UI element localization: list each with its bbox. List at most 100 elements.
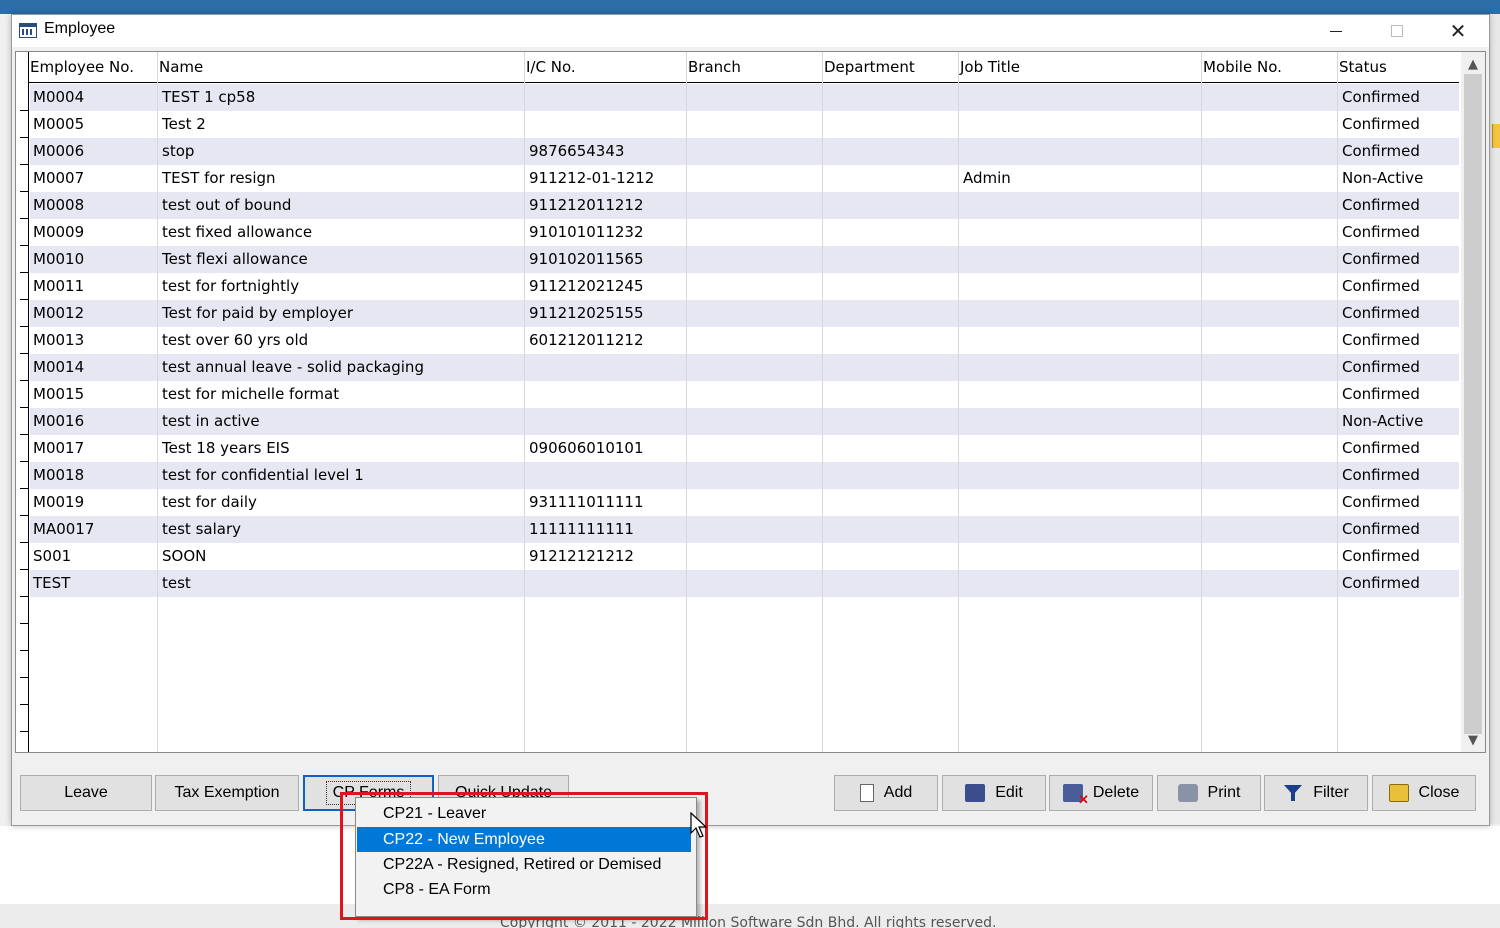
table-row[interactable]: M0017 Test 18 years EIS 090606010101 Confir… [30, 435, 1459, 462]
window-close-button[interactable]: ✕ [1435, 15, 1481, 47]
table-cell: 601212011212 [529, 331, 644, 349]
vertical-scrollbar[interactable]: ▲ ▼ [1461, 52, 1485, 752]
add-label: Add [883, 784, 913, 801]
row-indicator-tick [20, 434, 29, 435]
table-cell: test for daily [162, 493, 257, 511]
table-cell: test for fortnightly [162, 277, 300, 295]
row-indicator-tick [20, 380, 29, 381]
table-cell: M0009 [33, 223, 85, 241]
leave-button[interactable]: Leave [20, 775, 152, 811]
table-row[interactable]: M0019 test for daily 931111011111 Confirmed [30, 489, 1459, 516]
column-header[interactable]: Employee No. [30, 58, 134, 76]
leave-label: Leave [64, 784, 108, 801]
table-row[interactable]: MA0017 test salary 11111111111 Confirmed [30, 516, 1459, 543]
table-cell: M0012 [33, 304, 85, 322]
column-header[interactable]: Department [824, 58, 915, 76]
column-header[interactable]: Name [159, 58, 203, 76]
row-indicator-tick [20, 677, 29, 678]
table-cell: Confirmed [1342, 331, 1420, 349]
table-cell: Test 2 [162, 115, 206, 133]
table-row[interactable]: TEST test Confirmed [30, 570, 1459, 597]
row-indicator-tick [20, 704, 29, 705]
column-divider [524, 52, 525, 752]
table-row[interactable]: M0004 TEST 1 cp58 Confirmed [30, 84, 1459, 111]
filter-button[interactable]: Filter [1264, 775, 1368, 811]
table-row[interactable]: M0007 TEST for resign 911212-01-1212 Admin N… [30, 165, 1459, 192]
tax-exemption-label: Tax Exemption [174, 784, 280, 801]
column-divider [157, 52, 158, 752]
column-header[interactable]: Job Title [960, 58, 1020, 76]
employee-grid[interactable]: Employee No. Name I/C No. Branch Department J… [15, 51, 1486, 753]
delete-button[interactable]: Delete [1049, 775, 1153, 811]
background-app-edge [1490, 14, 1500, 824]
mouse-cursor-icon [690, 812, 708, 838]
footer: Copyright © 2011 - 2022 Million Software… [0, 904, 1500, 928]
minimize-button[interactable] [1313, 15, 1359, 47]
table-cell: 11111111111 [529, 520, 634, 538]
maximize-button[interactable] [1374, 15, 1420, 47]
row-indicator-tick [20, 245, 29, 246]
row-indicator-tick [20, 110, 29, 111]
table-cell: 911212021245 [529, 277, 644, 295]
edit-button[interactable]: Edit [942, 775, 1046, 811]
row-indicator-tick [20, 650, 29, 651]
table-row[interactable]: M0015 test for michelle format Confirmed [30, 381, 1459, 408]
table-row[interactable]: M0012 Test for paid by employer 9112120251… [30, 300, 1459, 327]
delete-icon [1062, 784, 1089, 808]
column-divider [1337, 52, 1338, 752]
table-cell: 910101011232 [529, 223, 644, 241]
close-button[interactable]: Close [1372, 775, 1476, 811]
table-cell: Confirmed [1342, 250, 1420, 268]
table-cell: 911212-01-1212 [529, 169, 655, 187]
column-header[interactable]: Branch [688, 58, 741, 76]
filter-icon [1283, 784, 1303, 802]
column-header[interactable]: Status [1339, 58, 1387, 76]
table-cell: M0005 [33, 115, 85, 133]
row-indicator-tick [20, 488, 29, 489]
table-cell: M0004 [33, 88, 85, 106]
close-label: Close [1418, 784, 1460, 801]
highlight-annotation [340, 792, 708, 920]
table-cell: TEST [33, 574, 71, 592]
row-indicator-tick [20, 542, 29, 543]
table-row[interactable]: M0018 test for confidential level 1 Confir… [30, 462, 1459, 489]
table-row[interactable]: M0009 test fixed allowance 910101011232 Con… [30, 219, 1459, 246]
background-area [0, 826, 1500, 904]
table-row[interactable]: S001 SOON 91212121212 Confirmed [30, 543, 1459, 570]
table-row[interactable]: M0016 test in active Non-Active [30, 408, 1459, 435]
table-cell: 090606010101 [529, 439, 644, 457]
table-cell: test [162, 574, 191, 592]
table-row[interactable]: M0006 stop 9876654343 Confirmed [30, 138, 1459, 165]
scrollbar-thumb[interactable] [1464, 74, 1482, 734]
table-cell: Non-Active [1342, 169, 1424, 187]
table-row[interactable]: M0010 Test flexi allowance 910102011565 Con… [30, 246, 1459, 273]
table-cell: test annual leave - solid packaging [162, 358, 424, 376]
scroll-down-arrow-icon[interactable]: ▼ [1461, 730, 1485, 750]
table-cell: Confirmed [1342, 520, 1420, 538]
add-button[interactable]: Add [834, 775, 938, 811]
table-row[interactable]: M0008 test out of bound 911212011212 Confir… [30, 192, 1459, 219]
table-cell: TEST for resign [162, 169, 276, 187]
table-cell: M0006 [33, 142, 85, 160]
row-indicator-column [16, 52, 29, 752]
table-row[interactable]: M0005 Test 2 Confirmed [30, 111, 1459, 138]
table-icon [19, 23, 37, 38]
tax-exemption-button[interactable]: Tax Exemption [155, 775, 299, 811]
table-cell: Test for paid by employer [162, 304, 354, 322]
table-row[interactable]: M0013 test over 60 yrs old 601212011212 Con… [30, 327, 1459, 354]
print-icon [1177, 784, 1198, 802]
table-cell: S001 [33, 547, 72, 565]
table-cell: TEST 1 cp58 [162, 88, 256, 106]
table-cell: M0017 [33, 439, 85, 457]
table-cell: M0013 [33, 331, 85, 349]
table-row[interactable]: M0014 test annual leave - solid packaging… [30, 354, 1459, 381]
print-button[interactable]: Print [1157, 775, 1261, 811]
column-header[interactable]: I/C No. [526, 58, 576, 76]
table-cell: M0015 [33, 385, 85, 403]
column-header[interactable]: Mobile No. [1203, 58, 1282, 76]
table-row[interactable]: M0011 test for fortnightly 911212021245 Con… [30, 273, 1459, 300]
scroll-up-arrow-icon[interactable]: ▲ [1461, 54, 1485, 74]
table-cell: test over 60 yrs old [162, 331, 309, 349]
title-bar[interactable]: Employee ✕ [12, 15, 1489, 47]
column-divider [686, 52, 687, 752]
